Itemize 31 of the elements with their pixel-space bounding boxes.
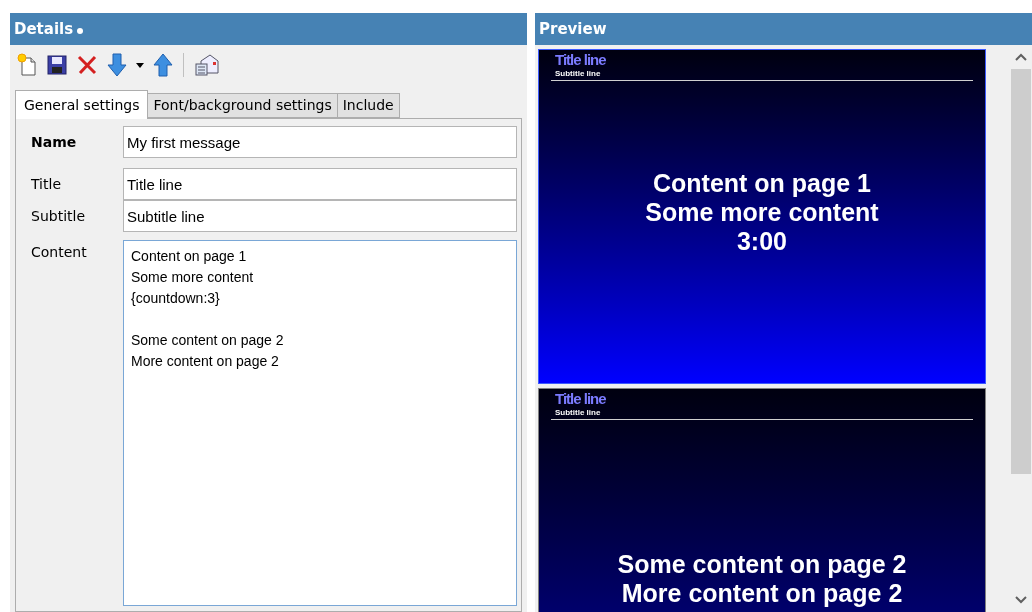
scrollbar-thumb[interactable]: [1011, 69, 1031, 474]
slide-title: Title line: [555, 51, 607, 69]
field-label: Content: [30, 243, 88, 262]
caret-icon[interactable]: [136, 62, 144, 68]
slide-content: Content on page 1 Some more content 3:00: [644, 167, 880, 257]
slide-content: Some content on page 2 More content on page 2: [616, 549, 908, 609]
slide-title: Title line: [555, 390, 607, 408]
text-field[interactable]: Subtitle line: [123, 200, 517, 232]
slide-subtitle: Subtitle line: [555, 69, 602, 78]
new-document-icon[interactable]: [16, 53, 38, 77]
tab[interactable]: Font/background settings: [148, 93, 338, 118]
save-icon[interactable]: [46, 54, 68, 76]
panel-title: Preview: [539, 18, 607, 40]
slide-subtitle: Subtitle line: [555, 408, 602, 417]
text-field[interactable]: Title line: [123, 168, 517, 200]
field-label: Title: [30, 174, 62, 194]
field-label: Subtitle: [30, 206, 87, 226]
slide-preview[interactable]: Title line Subtitle line Content on page 1 Some more content 3:00: [538, 49, 986, 384]
text-field[interactable]: My first message: [123, 126, 517, 158]
delete-icon[interactable]: [76, 54, 98, 76]
field-label: Name: [30, 132, 78, 152]
panel-title: Details: [14, 18, 74, 40]
scroll-down-icon[interactable]: [1015, 596, 1027, 604]
up-arrow-icon[interactable]: [152, 52, 174, 78]
tab[interactable]: General settings: [15, 90, 149, 119]
tab[interactable]: Include: [337, 93, 400, 118]
down-arrow-icon[interactable]: [106, 52, 128, 78]
envelope-document-icon[interactable]: [193, 53, 219, 77]
content-textarea[interactable]: Content on page 1 Some more content {countdown:3} Some content on page 2 More content on page 2: [123, 240, 517, 606]
slide-preview[interactable]: Title line Subtitle line Some content on page 2 More content on page 2: [538, 388, 986, 612]
scroll-up-icon[interactable]: [1015, 53, 1027, 61]
